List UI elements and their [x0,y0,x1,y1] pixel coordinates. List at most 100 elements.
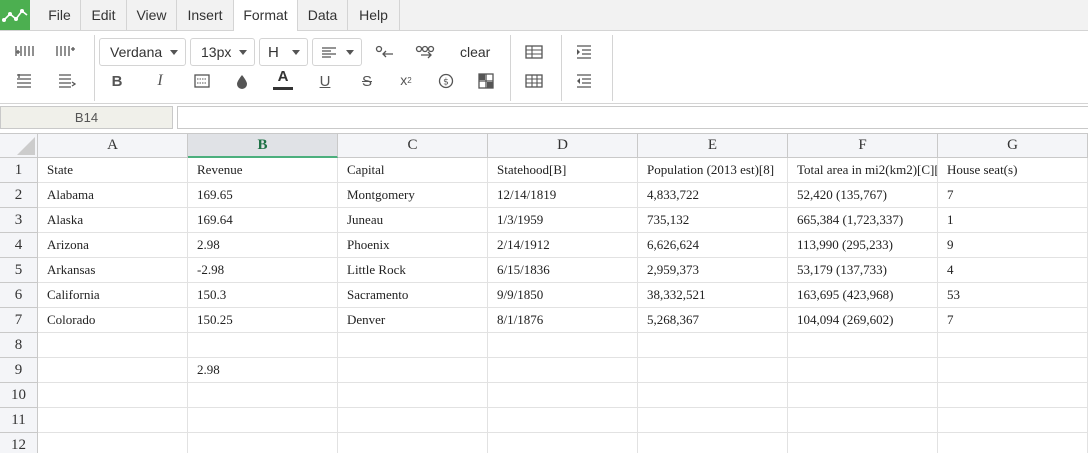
cell-e4[interactable]: 6,626,624 [638,233,788,258]
cell-d3[interactable]: 1/3/1959 [488,208,638,233]
cell-b10[interactable] [188,383,338,408]
menu-file[interactable]: File [39,0,81,30]
strikethrough-icon[interactable]: S [354,68,380,94]
cell-d6[interactable]: 9/9/1850 [488,283,638,308]
cell-f11[interactable] [788,408,938,433]
cell-b4[interactable]: 2.98 [188,233,338,258]
menu-format[interactable]: Format [233,0,298,31]
decrease-decimal-icon[interactable] [372,39,398,65]
cell-d2[interactable]: 12/14/1819 [488,183,638,208]
underline-icon[interactable]: U [312,68,338,94]
row-header[interactable]: 10 [0,383,38,408]
cell-e2[interactable]: 4,833,722 [638,183,788,208]
cell-c8[interactable] [338,333,488,358]
select-all-corner[interactable] [0,134,38,158]
cell-a8[interactable] [38,333,188,358]
column-header-e[interactable]: E [638,134,788,158]
row-header[interactable]: 12 [0,433,38,453]
currency-icon[interactable]: $ [433,68,459,94]
cell-d7[interactable]: 8/1/1876 [488,308,638,333]
cell-b3[interactable]: 169.64 [188,208,338,233]
column-header-d[interactable]: D [488,134,638,158]
cell-c7[interactable]: Denver [338,308,488,333]
cell-g11[interactable] [938,408,1088,433]
cell-e1[interactable]: Population (2013 est)[8] [638,158,788,183]
cell-d4[interactable]: 2/14/1912 [488,233,638,258]
row-header[interactable]: 2 [0,183,38,208]
cell-c9[interactable] [338,358,488,383]
delete-row-icon[interactable] [53,68,79,94]
cell-c1[interactable]: Capital [338,158,488,183]
cell-d10[interactable] [488,383,638,408]
cell-f10[interactable] [788,383,938,408]
row-header[interactable]: 4 [0,233,38,258]
font-size-select[interactable]: 13px [190,38,255,66]
cell-g2[interactable]: 7 [938,183,1088,208]
cell-e3[interactable]: 735,132 [638,208,788,233]
increase-decimal-icon[interactable] [413,39,439,65]
cell-c3[interactable]: Juneau [338,208,488,233]
cell-f4[interactable]: 113,990 (295,233) [788,233,938,258]
fill-color-icon[interactable] [229,68,255,94]
cell-a10[interactable] [38,383,188,408]
menu-insert[interactable]: Insert [177,0,234,30]
cell-c4[interactable]: Phoenix [338,233,488,258]
cell-g1[interactable]: House seat(s) [938,158,1088,183]
cell-f8[interactable] [788,333,938,358]
cell-f3[interactable]: 665,384 (1,723,337) [788,208,938,233]
menu-edit[interactable]: Edit [81,0,127,30]
cell-a9[interactable] [38,358,188,383]
cell-e6[interactable]: 38,332,521 [638,283,788,308]
cell-c12[interactable] [338,433,488,453]
cell-g3[interactable]: 1 [938,208,1088,233]
cell-f6[interactable]: 163,695 (423,968) [788,283,938,308]
insert-column-icon[interactable] [53,38,79,64]
insert-row-above-icon[interactable] [11,38,37,64]
cell-c2[interactable]: Montgomery [338,183,488,208]
menu-data[interactable]: Data [298,0,348,30]
cell-d5[interactable]: 6/15/1836 [488,258,638,283]
merge-cells-icon[interactable] [473,68,499,94]
borders-select[interactable]: H [259,38,308,66]
cell-e8[interactable] [638,333,788,358]
row-header[interactable]: 9 [0,358,38,383]
insert-row-below-icon[interactable] [11,68,37,94]
table-grid-icon[interactable] [521,68,547,94]
cell-a7[interactable]: Colorado [38,308,188,333]
italic-icon[interactable]: I [147,68,173,94]
cell-b9[interactable]: 2.98 [188,358,338,383]
cell-e7[interactable]: 5,268,367 [638,308,788,333]
cell-f7[interactable]: 104,094 (269,602) [788,308,938,333]
cell-b7[interactable]: 150.25 [188,308,338,333]
cell-b5[interactable]: -2.98 [188,258,338,283]
cell-g6[interactable]: 53 [938,283,1088,308]
wrap-text-icon[interactable] [189,68,215,94]
menu-help[interactable]: Help [348,0,400,30]
cell-b12[interactable] [188,433,338,453]
text-color-icon[interactable]: A [270,66,296,92]
row-header[interactable]: 3 [0,208,38,233]
column-header-a[interactable]: A [38,134,188,158]
cell-a4[interactable]: Arizona [38,233,188,258]
menu-view[interactable]: View [127,0,177,30]
cell-d11[interactable] [488,408,638,433]
cell-g8[interactable] [938,333,1088,358]
cell-a5[interactable]: Arkansas [38,258,188,283]
column-header-b[interactable]: B [188,134,338,158]
cell-d12[interactable] [488,433,638,453]
superscript-icon[interactable]: x2 [393,67,419,93]
row-header[interactable]: 5 [0,258,38,283]
cell-e11[interactable] [638,408,788,433]
cell-g5[interactable]: 4 [938,258,1088,283]
cell-c6[interactable]: Sacramento [338,283,488,308]
row-header[interactable]: 7 [0,308,38,333]
cell-f9[interactable] [788,358,938,383]
cell-e9[interactable] [638,358,788,383]
row-header[interactable]: 1 [0,158,38,183]
cell-g12[interactable] [938,433,1088,453]
cell-f2[interactable]: 52,420 (135,767) [788,183,938,208]
cell-g9[interactable] [938,358,1088,383]
cell-c5[interactable]: Little Rock [338,258,488,283]
cell-a2[interactable]: Alabama [38,183,188,208]
cell-g7[interactable]: 7 [938,308,1088,333]
